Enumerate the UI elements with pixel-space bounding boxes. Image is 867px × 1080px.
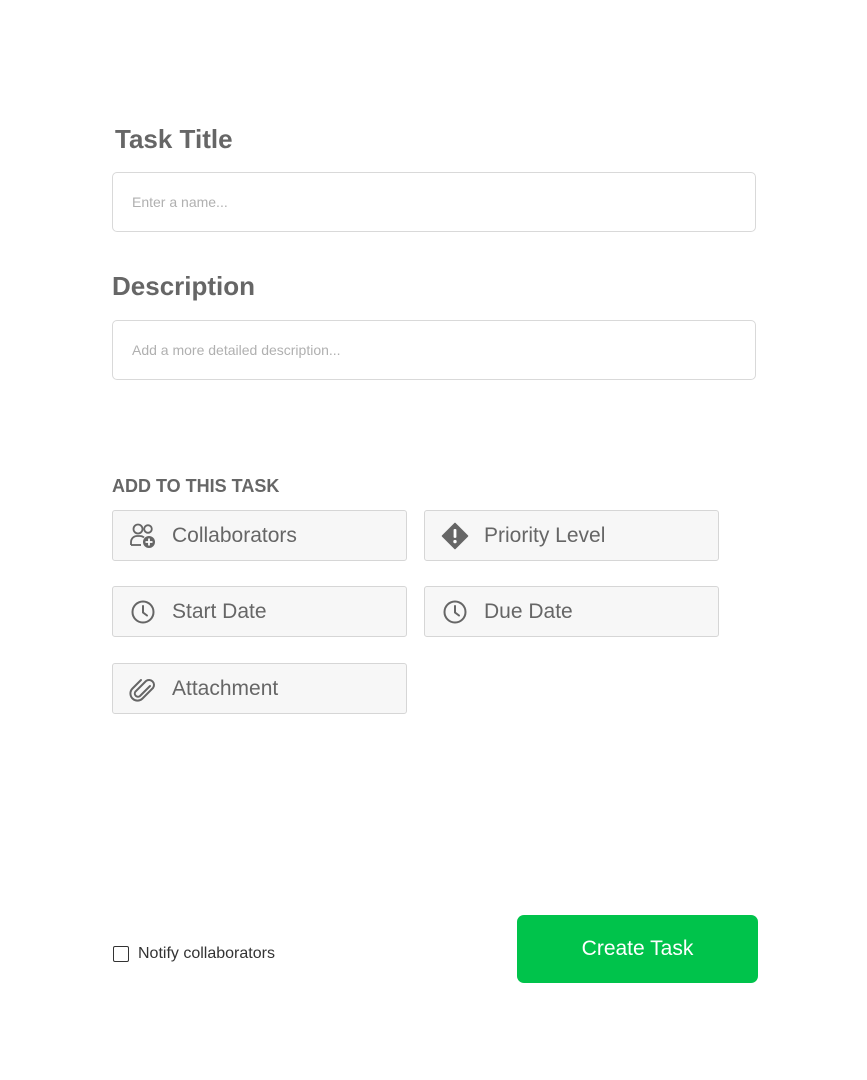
create-task-form: Task Title Description ADD TO THIS TASK … (0, 0, 867, 1080)
due-date-label: Due Date (484, 599, 573, 623)
start-date-button[interactable]: Start Date (112, 586, 407, 637)
attachment-label: Attachment (172, 676, 279, 700)
clock-icon (441, 598, 469, 626)
collaborators-button[interactable]: Collaborators (112, 510, 407, 561)
start-date-label: Start Date (172, 599, 267, 623)
notify-collaborators-option[interactable]: Notify collaborators (113, 945, 275, 963)
priority-level-label: Priority Level (484, 523, 606, 547)
priority-level-button[interactable]: Priority Level (424, 510, 719, 561)
create-task-button[interactable]: Create Task (517, 915, 758, 983)
add-user-icon (129, 522, 157, 550)
description-label: Description (112, 271, 256, 301)
task-title-label: Task Title (115, 124, 233, 154)
collaborators-label: Collaborators (172, 523, 297, 547)
attachment-button[interactable]: Attachment (112, 663, 407, 714)
notify-collaborators-label: Notify collaborators (138, 945, 275, 962)
paperclip-icon (129, 675, 157, 703)
notify-checkbox[interactable] (113, 946, 129, 962)
due-date-button[interactable]: Due Date (424, 586, 719, 637)
clock-icon (129, 598, 157, 626)
task-title-field[interactable] (112, 172, 756, 232)
priority-diamond-icon (441, 522, 469, 550)
description-field[interactable] (112, 320, 756, 380)
description-input[interactable] (113, 321, 755, 379)
task-title-input[interactable] (113, 173, 755, 231)
add-to-task-label: ADD TO THIS TASK (112, 476, 280, 496)
